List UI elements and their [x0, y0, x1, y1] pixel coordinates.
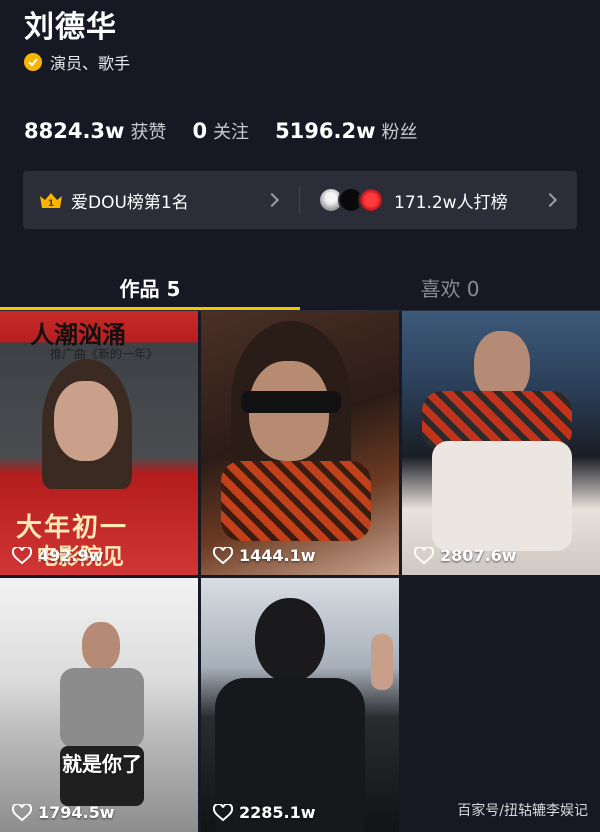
- like-count-value: 1444.1w: [239, 546, 316, 565]
- watermark: 百家号/扭轱辘李娱记: [457, 803, 588, 819]
- video-thumbnail[interactable]: 人潮汹涌 推广曲《新的一年》 大年初一 电影院见 492.9w: [0, 311, 198, 575]
- stat-likes: 8824.3w 获赞: [24, 118, 166, 144]
- supporter-avatars: [318, 187, 384, 213]
- like-count: 1444.1w: [213, 546, 316, 565]
- like-count: 1794.5w: [12, 803, 115, 822]
- raised-hand: [371, 634, 393, 690]
- dou-rank-button[interactable]: 1 爱DOU榜第1名: [23, 171, 299, 229]
- face: [54, 381, 118, 461]
- stat-value: 8824.3w: [24, 119, 125, 143]
- rank-bar: 1 爱DOU榜第1名 171.2w人打榜: [23, 171, 577, 229]
- profile-name: 刘德华: [24, 10, 117, 45]
- head-back: [255, 598, 325, 682]
- thumbnail-overlay-subtitle: 推广曲《新的一年》: [50, 347, 159, 361]
- chevron-right-icon: [264, 192, 280, 208]
- verification-row: 演员、歌手: [24, 50, 130, 74]
- sweater: [60, 668, 144, 748]
- video-thumbnail[interactable]: 2807.6w: [402, 311, 600, 575]
- stat-label: 关注: [213, 122, 250, 143]
- heart-icon: [12, 803, 32, 821]
- avatar: [358, 187, 384, 213]
- like-count: 492.9w: [12, 546, 103, 565]
- like-count: 2807.6w: [414, 546, 517, 565]
- verified-check-icon: [24, 53, 42, 71]
- heart-icon: [213, 546, 233, 564]
- like-count-value: 1794.5w: [38, 803, 115, 822]
- boost-label: 171.2w人打榜: [394, 192, 508, 213]
- heart-icon: [213, 803, 233, 821]
- tab-likes[interactable]: 喜欢 0: [300, 262, 600, 312]
- stat-value: 5196.2w: [275, 119, 376, 143]
- video-thumbnail[interactable]: 1444.1w: [201, 311, 399, 575]
- sweater: [432, 441, 572, 551]
- heart-icon: [414, 546, 434, 564]
- stat-value: 0: [192, 119, 208, 143]
- crown-rank-number: 1: [48, 199, 54, 209]
- video-thumbnail[interactable]: 就是你了 1794.5w: [0, 578, 198, 832]
- crown-rank-icon: 1: [40, 193, 62, 209]
- heart-icon: [12, 546, 32, 564]
- like-count-value: 2807.6w: [440, 546, 517, 565]
- profile-stats: 8824.3w 获赞 0 关注 5196.2w 粉丝: [24, 118, 444, 144]
- thumbnail-caption: 就是你了: [62, 752, 142, 776]
- like-count: 2285.1w: [213, 803, 316, 822]
- like-count-value: 492.9w: [38, 546, 104, 565]
- chevron-right-icon: [542, 192, 558, 208]
- face: [82, 622, 120, 670]
- stat-followers[interactable]: 5196.2w 粉丝: [275, 118, 417, 144]
- sunglasses: [241, 391, 341, 413]
- like-count-value: 2285.1w: [239, 803, 316, 822]
- video-thumbnail[interactable]: 2285.1w: [201, 578, 399, 832]
- rank-label: 爱DOU榜第1名: [71, 192, 189, 213]
- stat-label: 粉丝: [381, 122, 418, 143]
- verification-label: 演员、歌手: [50, 54, 131, 73]
- boost-button[interactable]: 171.2w人打榜: [300, 171, 577, 229]
- stat-following[interactable]: 0 关注: [192, 118, 249, 144]
- stat-label: 获赞: [130, 122, 167, 143]
- tab-works[interactable]: 作品 5: [0, 262, 300, 312]
- profile-tabs: 作品 5 喜欢 0: [0, 262, 600, 312]
- scarf: [221, 461, 371, 541]
